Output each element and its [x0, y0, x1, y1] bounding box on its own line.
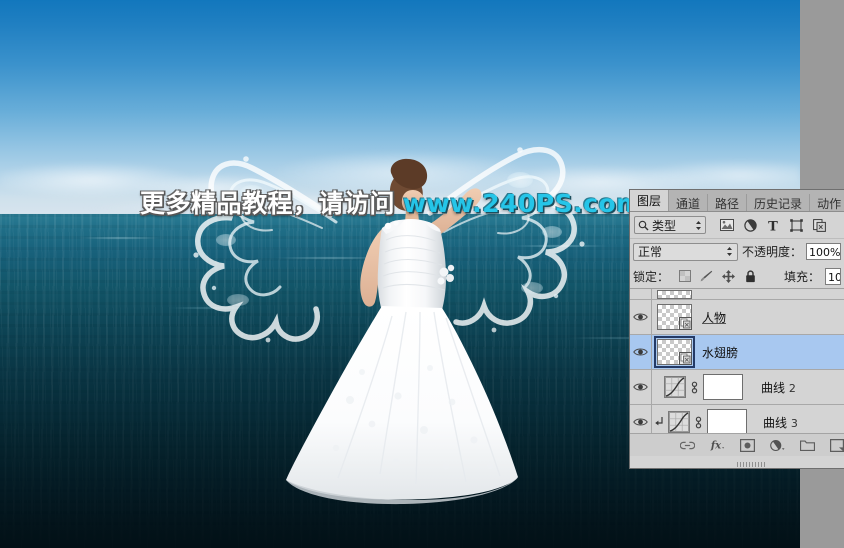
- link-mask-icon[interactable]: [693, 416, 704, 429]
- filter-adjustment-icon[interactable]: [743, 218, 757, 232]
- eye-icon: [633, 418, 648, 426]
- eye-icon: [633, 383, 648, 391]
- tab-paths[interactable]: 路径: [708, 194, 748, 211]
- layer-visibility-toggle[interactable]: [630, 335, 652, 369]
- table-row[interactable]: 曲线 3: [630, 405, 844, 433]
- svg-text:fx: fx: [710, 441, 722, 452]
- filter-shape-icon[interactable]: [789, 218, 803, 232]
- tab-history[interactable]: 历史记录: [747, 194, 811, 211]
- smart-object-thumbnail: [654, 336, 695, 368]
- lock-position-move-icon[interactable]: [722, 269, 736, 283]
- smart-object-badge-icon: [679, 317, 692, 330]
- filter-kind-buttons[interactable]: T: [720, 218, 826, 232]
- layer-list[interactable]: 人物 水翅膀 曲线 2 曲线 3: [630, 289, 844, 433]
- layer-mask-thumbnail[interactable]: [703, 374, 743, 400]
- layer-name[interactable]: 水翅膀: [702, 344, 738, 361]
- layer-visibility-toggle[interactable]: [630, 300, 652, 334]
- search-icon: [638, 220, 649, 231]
- watermark-url-text: www.240PS.com: [403, 189, 643, 218]
- new-layer-icon[interactable]: [830, 438, 844, 453]
- panel-tab-strip[interactable]: 图层 通道 路径 历史记录 动作: [630, 190, 844, 212]
- layers-panel[interactable]: 图层 通道 路径 历史记录 动作 类型 T 正常 不透明度： 100% 锁定： …: [630, 190, 844, 468]
- table-row[interactable]: 水翅膀: [630, 335, 844, 370]
- layer-thumbnail[interactable]: [664, 374, 743, 400]
- layer-filter-row[interactable]: 类型 T: [630, 212, 844, 239]
- fill-input[interactable]: 100%: [825, 267, 841, 285]
- chevron-updown-icon[interactable]: [726, 246, 733, 257]
- photoshop-screenshot: 更多精品教程，请访问 www.240PS.com 图层 通道 路径 历史记录 动作: [0, 0, 844, 548]
- curves-adjustment-icon: [664, 376, 686, 398]
- layer-visibility-toggle[interactable]: [630, 370, 652, 404]
- table-row[interactable]: [630, 289, 844, 300]
- lock-transparency-icon[interactable]: [678, 270, 691, 283]
- eye-icon: [633, 348, 648, 356]
- layer-thumbnail[interactable]: [657, 290, 692, 299]
- opacity-input[interactable]: 100%: [805, 243, 841, 260]
- new-adjustment-layer-icon[interactable]: [770, 438, 785, 453]
- add-layer-mask-icon[interactable]: [740, 438, 755, 453]
- filter-type-text-icon[interactable]: T: [766, 218, 780, 232]
- link-mask-icon[interactable]: [689, 381, 700, 394]
- tab-channels[interactable]: 通道: [669, 194, 709, 211]
- filter-pixel-icon[interactable]: [720, 218, 734, 232]
- filter-smartobject-icon[interactable]: [812, 218, 826, 232]
- layer-visibility-toggle[interactable]: [630, 405, 652, 433]
- new-group-folder-icon[interactable]: [800, 438, 815, 453]
- layer-style-fx-icon[interactable]: fx: [710, 438, 725, 453]
- opacity-label: 不透明度：: [741, 245, 802, 259]
- blend-mode-row[interactable]: 正常 不透明度： 100%: [630, 239, 844, 264]
- lock-buttons[interactable]: [678, 269, 757, 283]
- filter-type-dropdown[interactable]: 类型: [634, 216, 706, 234]
- chevron-updown-icon[interactable]: [695, 220, 702, 231]
- layer-mask-thumbnail[interactable]: [707, 409, 747, 433]
- smart-object-badge-icon: [679, 352, 692, 365]
- layer-visibility-toggle[interactable]: [630, 289, 652, 299]
- layer-name[interactable]: 曲线 3: [763, 414, 798, 431]
- lock-image-brush-icon[interactable]: [700, 270, 713, 283]
- panel-resize-grip[interactable]: [737, 462, 767, 467]
- fill-label: 填充：: [784, 269, 821, 284]
- smart-object-thumbnail: [657, 290, 692, 299]
- layer-thumbnail[interactable]: [657, 304, 692, 330]
- svg-text:T: T: [768, 219, 778, 232]
- tab-actions[interactable]: 动作: [810, 194, 844, 211]
- clipping-mask-arrow-icon: [652, 416, 666, 428]
- filter-type-label: 类型: [652, 218, 677, 233]
- lock-label: 锁定：: [633, 269, 670, 284]
- curves-adjustment-icon: [668, 411, 690, 433]
- watermark: 更多精品教程，请访问 www.240PS.com: [140, 184, 643, 220]
- water-wing-right: [427, 146, 585, 333]
- eye-icon: [633, 313, 648, 321]
- layer-thumbnail[interactable]: [654, 336, 695, 368]
- blend-mode-dropdown[interactable]: 正常: [633, 242, 738, 261]
- layer-name[interactable]: 人物: [702, 309, 726, 326]
- tab-layers[interactable]: 图层: [630, 190, 670, 211]
- table-row[interactable]: 曲线 2: [630, 370, 844, 405]
- layers-panel-toolbar[interactable]: fx: [630, 433, 844, 456]
- smart-object-thumbnail: [657, 304, 692, 330]
- lock-all-padlock-icon[interactable]: [744, 269, 757, 283]
- blend-mode-value: 正常: [638, 245, 663, 259]
- layer-name[interactable]: 曲线 2: [761, 379, 796, 396]
- link-layers-icon[interactable]: [680, 438, 695, 453]
- table-row[interactable]: 人物: [630, 300, 844, 335]
- lock-row[interactable]: 锁定： 填充： 10: [630, 264, 844, 289]
- watermark-chinese-text: 更多精品教程，请访问: [140, 189, 396, 218]
- layer-thumbnail[interactable]: [668, 409, 747, 433]
